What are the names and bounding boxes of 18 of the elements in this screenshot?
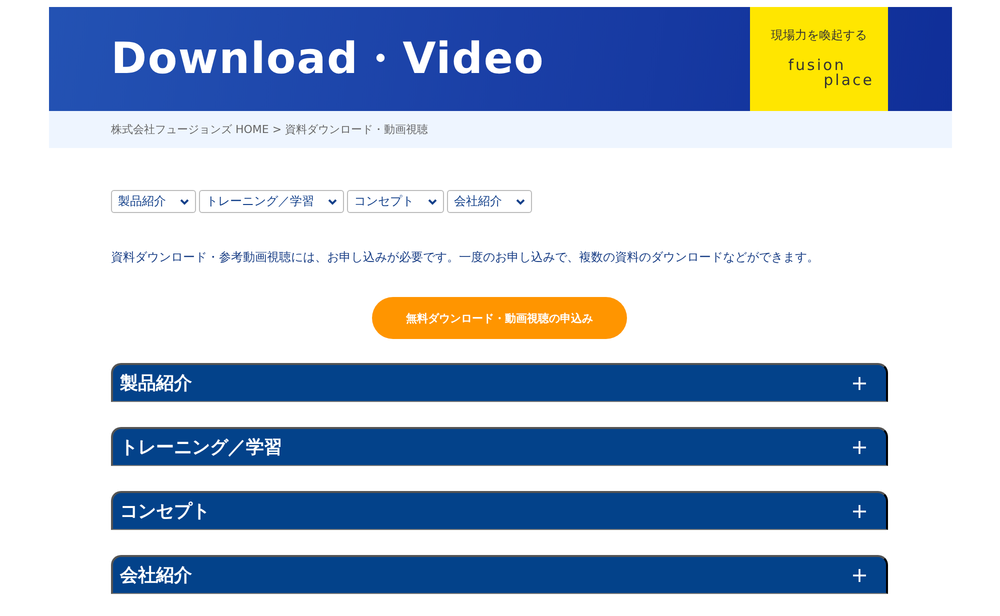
logo-wordmark: place [824, 73, 874, 88]
accordion-header[interactable]: 製品紹介 [111, 363, 888, 402]
logo-wordmark: fusion [788, 58, 846, 73]
category-dropdown[interactable]: トレーニング／学習 [199, 190, 344, 213]
chevron-down-icon [428, 198, 437, 204]
category-dropdown[interactable]: 会社紹介 [447, 190, 532, 213]
category-dropdown[interactable]: コンセプト [347, 190, 444, 213]
page-title: Download・Video [111, 33, 544, 86]
accordion-header[interactable]: トレーニング／学習 [111, 427, 888, 466]
chevron-down-icon [180, 198, 189, 204]
chevron-down-icon [328, 198, 337, 204]
accordion-header[interactable]: コンセプト [111, 491, 888, 530]
intro-text: 資料ダウンロード・参考動画視聴には、お申し込みが必要です。一度のお申し込みで、複数の資料のダウンロードなどができます。 [111, 249, 820, 266]
logo-tagline: 現場力を喚起する [771, 27, 867, 44]
category-dropdown[interactable]: 製品紹介 [111, 190, 196, 213]
chevron-down-icon [516, 198, 525, 204]
breadcrumb: 株式会社フュージョンズ HOME > 資料ダウンロード・動画視聴 [111, 122, 428, 137]
accordion-header[interactable]: 会社紹介 [111, 555, 888, 594]
